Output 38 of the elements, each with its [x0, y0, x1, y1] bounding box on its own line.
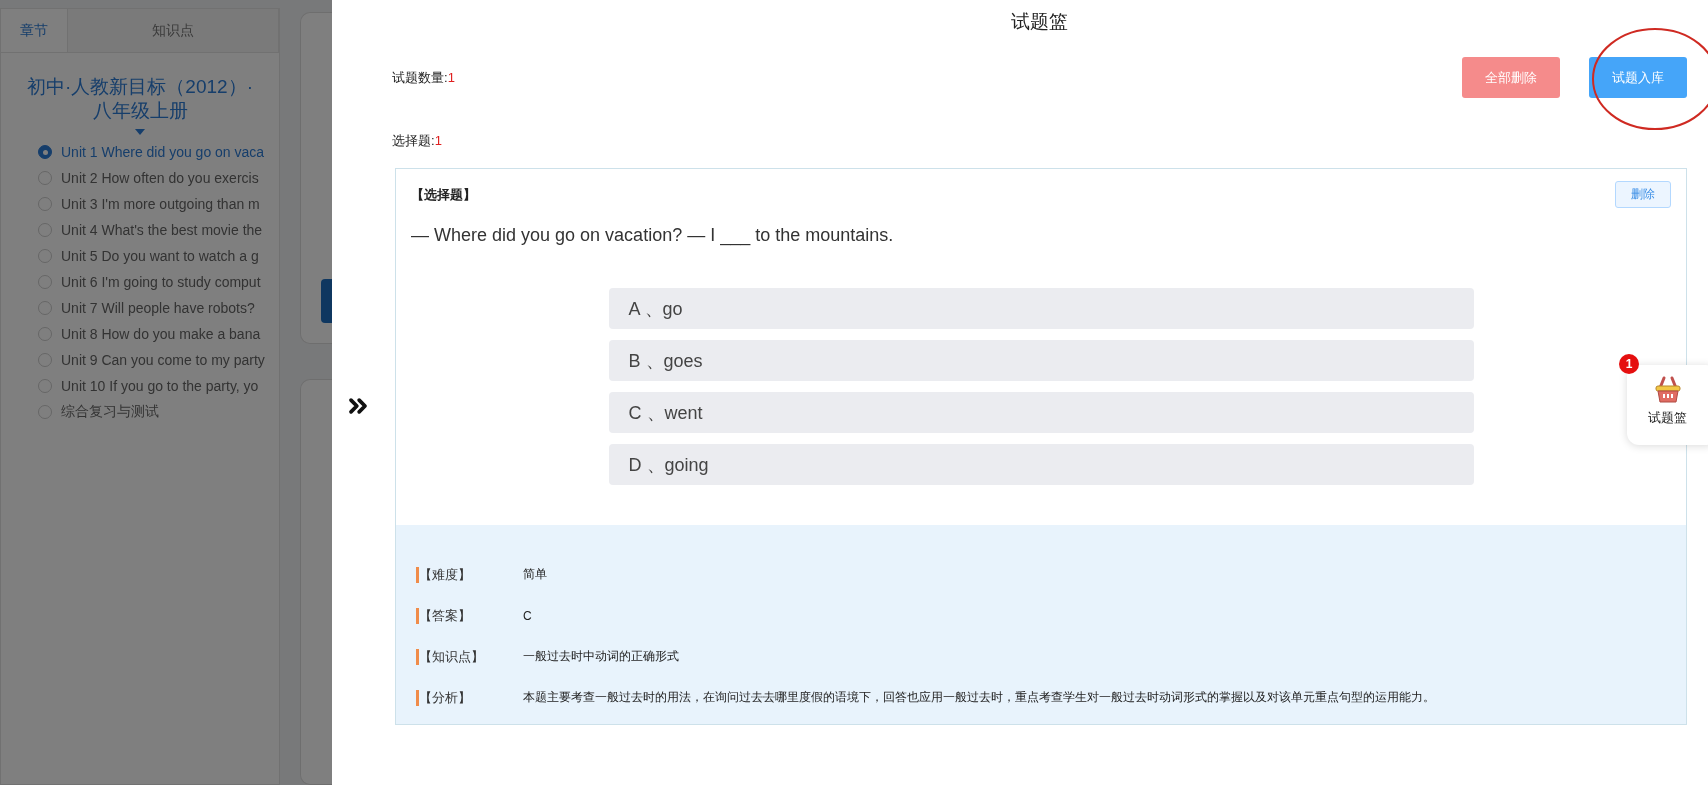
sidebar-tab[interactable]: 知识点	[68, 9, 279, 52]
unit-label[interactable]: Unit 7 Will people have robots?	[61, 300, 255, 316]
unit-label[interactable]: Unit 9 Can you come to my party	[61, 352, 265, 368]
detail-label: 【知识点】	[416, 648, 523, 665]
detail-label: 【答案】	[416, 607, 523, 624]
drawer-title: 试题篮	[1010, 10, 1069, 34]
detail-value: 简单	[523, 566, 547, 583]
delete-all-button[interactable]: 全部删除	[1462, 57, 1560, 98]
detail-label: 【分析】	[416, 689, 523, 706]
unit-label[interactable]: Unit 1 Where did you go on vaca	[61, 144, 265, 160]
detail-label: 【难度】	[416, 566, 523, 583]
detail-value: 本题主要考查一般过去时的用法，在询问过去去哪里度假的语境下，回答也应用一般过去时，重点考查学生对一般过去时动词形式的掌握以及对该单元重点句型的运用能力。	[523, 689, 1435, 706]
section-count: 选择题:1	[392, 132, 443, 150]
save-to-bank-button[interactable]: 试题入库	[1589, 57, 1687, 98]
answer-option: D 、going	[608, 444, 1474, 485]
question-count: 试题数量:1	[392, 68, 455, 87]
detail-value: 一般过去时中动词的正确形式	[523, 648, 679, 665]
caret-icon[interactable]	[135, 129, 145, 135]
unit-label[interactable]: Unit 3 I'm more outgoing than m	[61, 196, 260, 212]
question-type: 【选择题】	[411, 185, 476, 204]
basket-label: 试题篮	[1648, 409, 1687, 427]
unit-label[interactable]: 综合复习与测试	[61, 403, 159, 421]
book-title: 初中·人教新目标（2012）·八年级上册	[26, 75, 254, 123]
unit-label[interactable]: Unit 5 Do you want to watch a g	[61, 248, 259, 264]
unit-label[interactable]: Unit 8 How do you make a bana	[61, 326, 261, 342]
action-button[interactable]	[321, 278, 332, 323]
answer-option: A 、go	[608, 288, 1474, 329]
question-stem: — Where did you go on vacation? — I ___ to the mountains.	[410, 224, 895, 246]
unit-label[interactable]: Unit 2 How often do you exercis	[61, 170, 259, 186]
unit-label[interactable]: Unit 6 I'm going to study comput	[61, 274, 261, 290]
radio-button[interactable]	[38, 145, 52, 159]
answer-option: B 、goes	[608, 340, 1474, 381]
delete-button[interactable]: 删除	[1615, 181, 1671, 208]
unit-label[interactable]: Unit 10 If you go to the party, yo	[61, 378, 259, 394]
answer-option: C 、went	[608, 392, 1474, 433]
basket-icon	[1652, 375, 1683, 405]
unit-label[interactable]: Unit 4 What's the best movie the	[61, 222, 263, 238]
detail-value: C	[523, 608, 532, 623]
